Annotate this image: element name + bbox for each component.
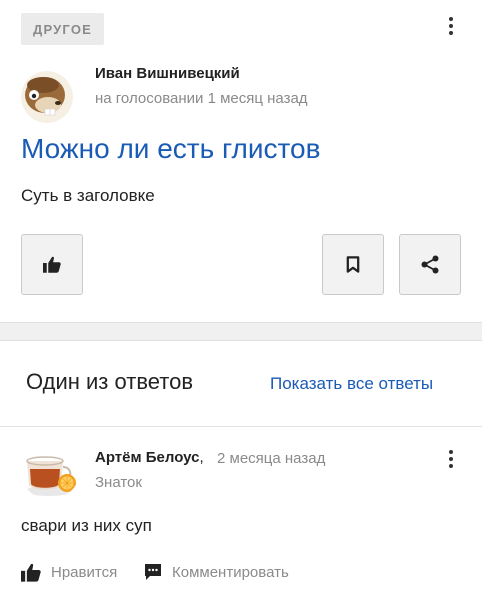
thumbs-up-icon	[21, 563, 41, 582]
divider	[0, 426, 482, 427]
show-all-answers-link[interactable]: Показать все ответы	[270, 374, 433, 394]
question-meta: на голосовании 1 месяц назад	[95, 90, 308, 107]
answer-author-rank: Знаток	[95, 474, 142, 491]
question-menu-icon[interactable]	[441, 13, 461, 39]
answer-comment-button[interactable]: Комментировать	[144, 562, 289, 582]
answer-like-label: Нравится	[51, 563, 118, 581]
answer-author-name-text[interactable]: Артём Белоус	[95, 449, 199, 466]
answer-menu-icon[interactable]	[441, 446, 461, 472]
answer-comment-label: Комментировать	[172, 563, 289, 581]
answer-author-name[interactable]: Артём Белоус,	[95, 449, 204, 466]
thumbs-up-icon	[43, 256, 61, 273]
bookmark-button[interactable]	[322, 234, 384, 295]
share-button[interactable]	[399, 234, 461, 295]
answer-time: 2 месяца назад	[217, 450, 326, 467]
bookmark-icon	[346, 256, 360, 273]
comment-icon	[145, 564, 161, 580]
answer-text: свари из них суп	[21, 516, 152, 535]
question-card: ДРУГОЕ Иван Вишнивецкий на голосовании 1…	[0, 0, 482, 323]
answer-like-button[interactable]: Нравится	[21, 562, 117, 582]
question-title[interactable]: Можно ли есть глистов	[21, 133, 321, 165]
author-name[interactable]: Иван Вишнивецкий	[95, 65, 240, 82]
share-icon	[421, 255, 439, 274]
answer-author-avatar[interactable]	[21, 447, 79, 499]
question-body: Суть в заголовке	[21, 186, 155, 205]
author-avatar[interactable]	[21, 71, 73, 123]
answers-heading: Один из ответов	[26, 369, 194, 394]
like-button[interactable]	[21, 234, 83, 295]
category-badge[interactable]: ДРУГОЕ	[21, 13, 104, 45]
name-separator: ,	[199, 449, 204, 466]
